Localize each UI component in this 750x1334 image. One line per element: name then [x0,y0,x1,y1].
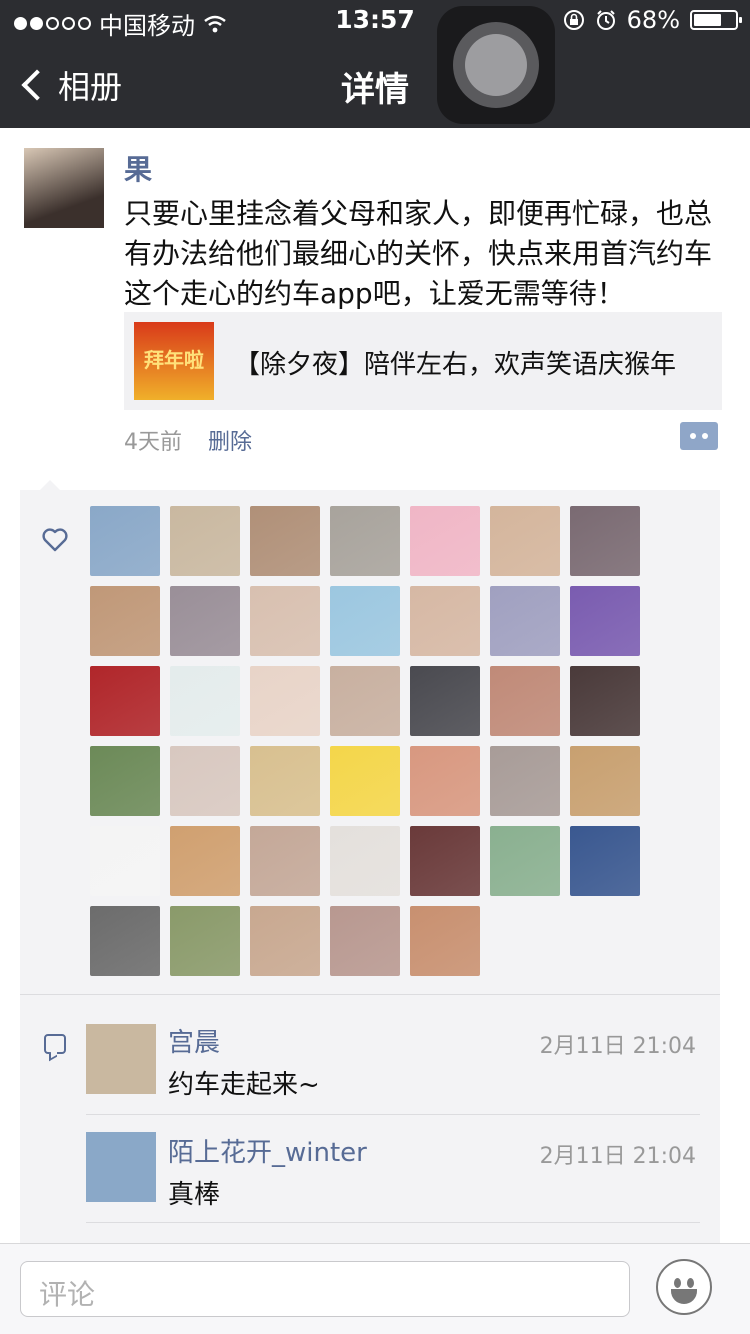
like-avatar[interactable] [490,746,560,816]
heart-icon [42,528,68,552]
delete-button[interactable]: 删除 [208,424,252,456]
like-avatar[interactable] [250,586,320,656]
comment-bar: 评论 [0,1243,750,1334]
like-avatar[interactable] [330,586,400,656]
like-avatar[interactable] [410,906,480,976]
like-avatar[interactable] [250,906,320,976]
like-avatar[interactable] [170,746,240,816]
like-avatar[interactable] [330,746,400,816]
like-avatar[interactable] [330,666,400,736]
comment-placeholder: 评论 [39,1278,96,1311]
like-avatar[interactable] [250,826,320,896]
like-avatar[interactable] [170,586,240,656]
comment-author[interactable]: 宫晨 [168,1022,220,1059]
like-avatar[interactable] [170,826,240,896]
like-avatar[interactable] [410,586,480,656]
comment-icon [44,1034,66,1054]
alarm-icon [596,10,615,30]
like-avatar[interactable] [570,586,640,656]
like-avatar[interactable] [570,666,640,736]
like-avatar[interactable] [170,666,240,736]
like-avatar[interactable] [410,666,480,736]
comment-author[interactable]: 陌上花开_winter [168,1132,367,1169]
status-bar: 中国移动 13:57 68% [0,0,750,40]
lock-rotation-icon [563,10,584,30]
link-thumbnail: 拜年啦 [134,322,214,400]
panel-divider [20,994,720,995]
comment-text[interactable]: 约车走起来~ [168,1064,320,1101]
like-avatar[interactable] [170,906,240,976]
author-name[interactable]: 果 [124,148,152,188]
like-avatar[interactable] [170,506,240,576]
like-avatar[interactable] [410,826,480,896]
like-avatar[interactable] [410,746,480,816]
like-avatar[interactable] [330,906,400,976]
like-avatar[interactable] [90,586,160,656]
likes-row [90,826,650,896]
likes-row [90,506,650,576]
likes-row [90,666,650,736]
like-avatar[interactable] [570,826,640,896]
like-avatar[interactable] [570,746,640,816]
like-avatar[interactable] [90,666,160,736]
author-avatar[interactable] [24,148,104,228]
like-avatar[interactable] [90,826,160,896]
like-avatar[interactable] [250,506,320,576]
nav-bar: 相册 详情 [0,40,750,128]
comment-input[interactable]: 评论 [20,1261,630,1317]
comment-avatar[interactable] [86,1132,156,1202]
status-right: 68% [563,6,742,34]
comment-text[interactable]: 真棒 [168,1174,220,1211]
like-avatar[interactable] [490,826,560,896]
emoji-icon[interactable] [656,1259,712,1315]
like-avatar[interactable] [490,666,560,736]
likes-row [90,586,650,656]
like-avatar[interactable] [570,506,640,576]
like-avatar[interactable] [490,506,560,576]
page-title: 详情 [341,70,409,110]
likes-grid [90,506,650,986]
link-thumbnail-text: 拜年啦 [144,348,204,372]
post-time: 4天前 [124,430,182,455]
like-avatar[interactable] [410,506,480,576]
comment-separator [86,1114,700,1115]
comment-time: 2月11日 21:04 [539,1034,696,1059]
like-avatar[interactable] [330,506,400,576]
likes-row [90,746,650,816]
battery-icon [690,10,742,30]
assistive-touch-icon[interactable] [437,6,555,124]
more-comment-icon[interactable] [680,422,718,450]
top-bar: 中国移动 13:57 68% 相册 详情 [0,0,750,128]
link-card[interactable]: 拜年啦 【除夕夜】陪伴左右，欢声笑语庆猴年 [124,312,722,410]
like-avatar[interactable] [250,666,320,736]
like-avatar[interactable] [490,586,560,656]
panel-notch [40,480,60,490]
like-avatar[interactable] [90,506,160,576]
comment-time: 2月11日 21:04 [539,1144,696,1169]
comment-avatar[interactable] [86,1024,156,1094]
battery-percent: 68% [626,6,680,34]
like-avatar[interactable] [250,746,320,816]
like-avatar[interactable] [90,906,160,976]
comment-separator [86,1222,700,1223]
post-text: 只要心里挂念着父母和家人，即便再忙碌，也总有办法给他们最细心的关怀，快点来用首汽… [124,197,713,310]
like-avatar[interactable] [90,746,160,816]
link-title: 【除夕夜】陪伴左右，欢声笑语庆猴年 [234,350,677,380]
likes-row [90,906,650,976]
like-avatar[interactable] [330,826,400,896]
